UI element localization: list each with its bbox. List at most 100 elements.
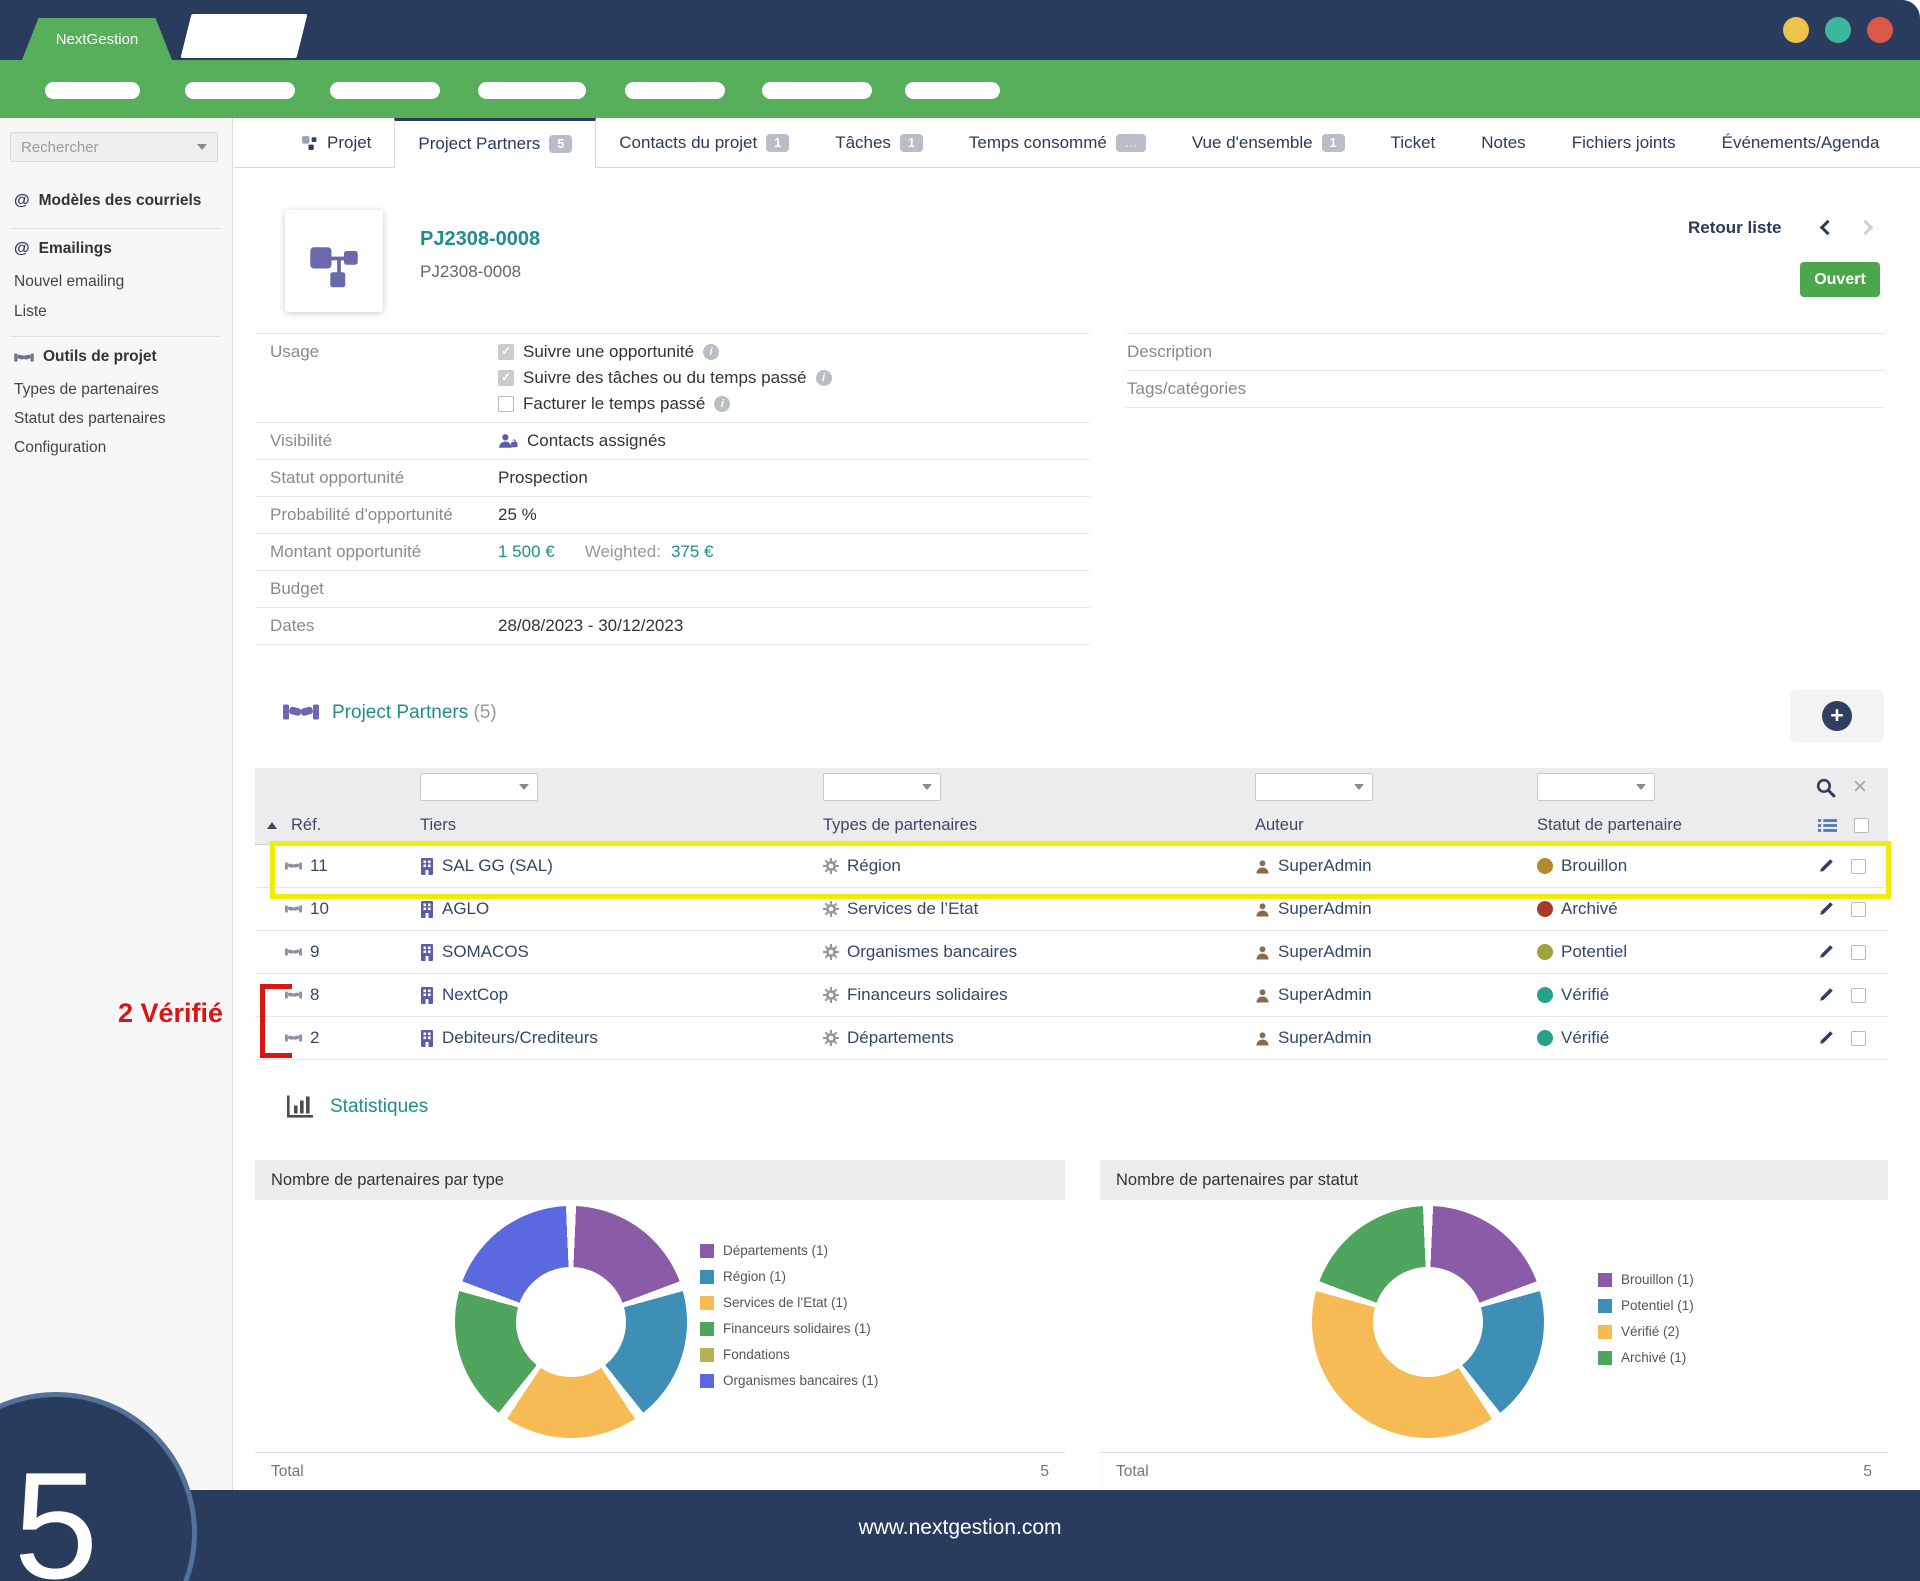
table-row[interactable]: 11 SAL GG (SAL) Région SuperAdmin Brouil… [255,845,1888,888]
legend-item: Vérifié (2) [1598,1324,1694,1339]
status-dot [1537,987,1553,1003]
filter-statut-select[interactable] [1537,773,1655,801]
tab-contacts-du-projet[interactable]: Contacts du projet 1 [596,118,812,167]
table-row[interactable]: 10 AGLO Services de l’Etat SuperAdmin Ar… [255,888,1888,931]
partner-type-link[interactable]: Financeurs solidaires [847,985,1008,1005]
total-label: Total [271,1453,304,1491]
table-row[interactable]: 8 NextCop Financeurs solidaires SuperAdm… [255,974,1888,1017]
partner-author-link[interactable]: SuperAdmin [1278,942,1372,962]
column-header-auteur[interactable]: Auteur [1255,816,1304,835]
status-badge[interactable]: Ouvert [1800,262,1880,297]
info-icon[interactable] [816,370,832,386]
menu-item-placeholder[interactable] [478,82,586,99]
sidebar-item-emailings[interactable]: @ Emailings [14,240,112,258]
menu-item-placeholder[interactable] [185,82,295,99]
partner-type-link[interactable]: Organismes bancaires [847,942,1017,962]
tab-count-badge: … [1116,134,1146,152]
sidebar-item-nouvel-emailing[interactable]: Nouvel emailing [14,273,124,291]
edit-pencil-icon[interactable] [1818,858,1834,874]
column-header-statut[interactable]: Statut de partenaire [1537,816,1682,835]
partner-tiers-link[interactable]: AGLO [442,899,489,919]
user-icon [1255,902,1270,917]
sidebar-item-statut-partenaires[interactable]: Statut des partenaires [14,410,166,428]
checkbox[interactable] [498,344,514,360]
row-checkbox[interactable] [1851,945,1866,960]
tab-projet[interactable]: Projet [278,118,394,167]
select-all-checkbox[interactable] [1854,818,1869,833]
window-dot-green-icon[interactable] [1825,17,1851,43]
column-header-types[interactable]: Types de partenaires [823,816,977,835]
list-fields-icon[interactable] [1818,818,1837,833]
partner-type-link[interactable]: Services de l’Etat [847,899,978,919]
partner-status-label: Vérifié [1561,1028,1609,1048]
checkbox[interactable] [498,370,514,386]
top-bar: NextGestion [0,0,1920,60]
active-top-tab-blank[interactable] [181,14,308,58]
window-dot-red-icon[interactable] [1867,17,1893,43]
sidebar-item-types-partenaires[interactable]: Types de partenaires [14,381,159,399]
partner-author-link[interactable]: SuperAdmin [1278,1028,1372,1048]
sidebar-item-configuration[interactable]: Configuration [14,439,106,457]
table-row[interactable]: 9 SOMACOS Organismes bancaires SuperAdmi… [255,931,1888,974]
filter-auteur-select[interactable] [1255,773,1373,801]
row-checkbox[interactable] [1851,859,1866,874]
tab-project-partners[interactable]: Project Partners 5 [394,118,596,168]
row-checkbox[interactable] [1851,902,1866,917]
chart-legend: Brouillon (1) Potentiel (1) Vérifié (2) … [1598,1272,1694,1376]
tab-evenements-agenda[interactable]: Événements/Agenda [1699,118,1903,167]
chevron-left-icon[interactable] [1820,220,1836,236]
tab-temps-consomme[interactable]: Temps consommé … [946,118,1169,167]
edit-pencil-icon[interactable] [1818,901,1834,917]
sidebar-item-liste[interactable]: Liste [14,303,47,321]
tab-notes[interactable]: Notes [1458,118,1548,167]
add-partner-button[interactable] [1790,690,1884,742]
chevron-right-icon[interactable] [1858,220,1874,236]
back-to-list-link[interactable]: Retour liste [1688,218,1782,238]
partner-type-link[interactable]: Région [847,856,901,876]
menu-item-placeholder[interactable] [625,82,725,99]
filter-tiers-select[interactable] [420,773,538,801]
tab-ticket[interactable]: Ticket [1368,118,1459,167]
search-input[interactable]: Rechercher [10,132,218,162]
sidebar-item-modeles-courriels[interactable]: @ Modèles des courriels [14,192,201,210]
brand-tab[interactable]: NextGestion [22,18,172,60]
window-dot-yellow-icon[interactable] [1783,17,1809,43]
sidebar-item-label: Types de partenaires [14,381,159,399]
column-header-tiers[interactable]: Tiers [420,816,456,835]
building-icon [420,858,434,875]
menu-item-placeholder[interactable] [762,82,872,99]
detail-row-montant: Montant opportunité 1 500 € Weighted: 37… [255,534,1090,571]
tab-taches[interactable]: Tâches 1 [812,118,946,167]
sidebar-item-outils-projet[interactable]: Outils de projet [14,348,157,366]
checkbox[interactable] [498,396,514,412]
edit-pencil-icon[interactable] [1818,944,1834,960]
menu-item-placeholder[interactable] [45,82,140,99]
row-checkbox[interactable] [1851,1031,1866,1046]
edit-pencil-icon[interactable] [1818,987,1834,1003]
partner-tiers-link[interactable]: Debiteurs/Crediteurs [442,1028,598,1048]
partner-tiers-link[interactable]: SOMACOS [442,942,529,962]
partner-author-link[interactable]: SuperAdmin [1278,985,1372,1005]
clear-filters-icon[interactable] [1852,776,1868,799]
info-icon[interactable] [714,396,730,412]
total-label: Total [1116,1453,1149,1491]
handshake-icon [283,700,319,724]
menu-item-placeholder[interactable] [330,82,440,99]
partner-tiers-link[interactable]: SAL GG (SAL) [442,856,553,876]
filter-types-select[interactable] [823,773,941,801]
table-row[interactable]: 2 Debiteurs/Crediteurs Départements Supe… [255,1017,1888,1060]
info-icon[interactable] [703,344,719,360]
column-header-ref[interactable]: Réf. [267,816,321,835]
row-checkbox[interactable] [1851,988,1866,1003]
partner-author-link[interactable]: SuperAdmin [1278,856,1372,876]
app-window: NextGestion Rechercher @ Modèles des cou… [0,0,1920,1581]
search-icon[interactable] [1815,777,1836,798]
tab-fichiers-joints[interactable]: Fichiers joints [1549,118,1699,167]
partner-author-link[interactable]: SuperAdmin [1278,899,1372,919]
menu-item-placeholder[interactable] [905,82,1000,99]
tab-vue-densemble[interactable]: Vue d'ensemble 1 [1169,118,1368,167]
partner-tiers-link[interactable]: NextCop [442,985,508,1005]
partner-type-link[interactable]: Départements [847,1028,954,1048]
tab-label: Vue d'ensemble [1192,133,1313,153]
edit-pencil-icon[interactable] [1818,1030,1834,1046]
